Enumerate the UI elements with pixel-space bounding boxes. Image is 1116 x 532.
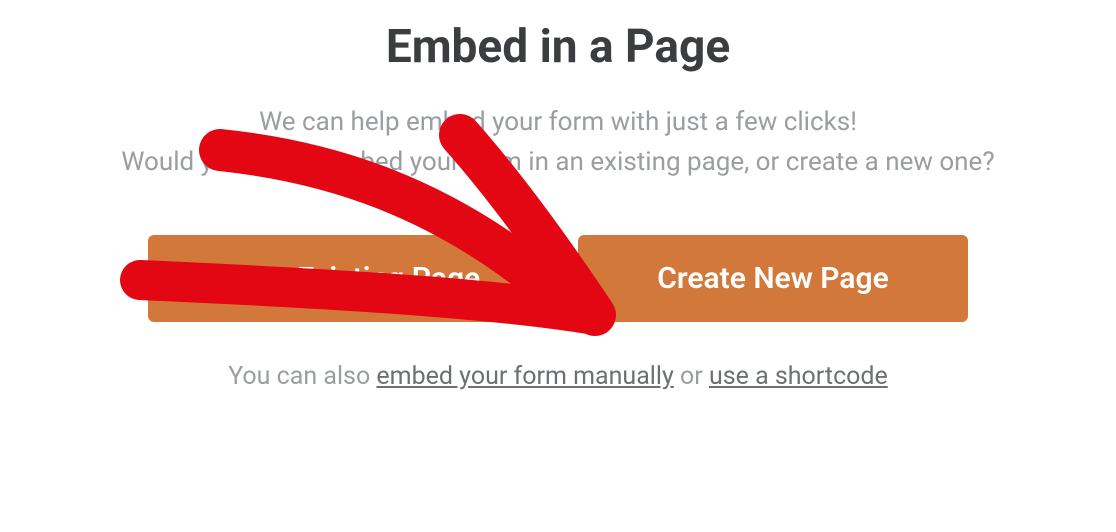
subtitle-line1: We can help embed your form with just a … (259, 107, 857, 137)
footer-text: You can also embed your form manually or… (228, 362, 888, 391)
modal-title: Embed in a Page (386, 20, 730, 74)
footer-prefix: You can also (228, 362, 376, 391)
footer-middle: or (674, 362, 709, 391)
embed-manually-link[interactable]: embed your form manually (376, 362, 673, 391)
button-row: Select Existing Page Create New Page (148, 235, 968, 322)
create-new-page-button[interactable]: Create New Page (578, 235, 968, 322)
use-shortcode-link[interactable]: use a shortcode (709, 362, 888, 391)
subtitle-line2: Would you like to embed your form in an … (121, 147, 994, 177)
select-existing-page-button[interactable]: Select Existing Page (148, 235, 538, 322)
modal-subtitle: We can help embed your form with just a … (121, 102, 994, 183)
